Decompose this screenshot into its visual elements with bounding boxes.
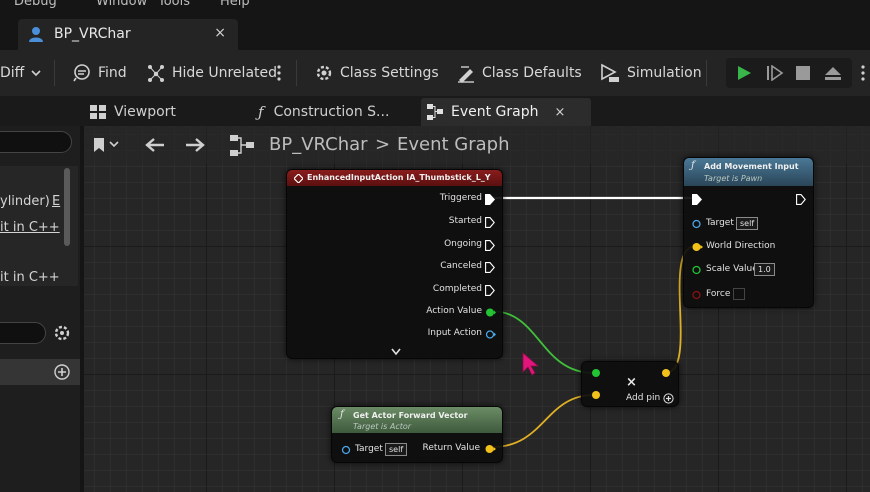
exec-pin[interactable] (485, 262, 495, 273)
vector-pin-connected[interactable] (485, 444, 496, 454)
target-value-field[interactable]: self (736, 217, 759, 230)
forward-vector-wire (491, 394, 595, 448)
pin-label-completed: Completed (432, 284, 482, 294)
float-pin-connected[interactable] (485, 307, 496, 318)
pin-label-return-value: Return Value (422, 443, 480, 453)
object-pin[interactable] (692, 219, 702, 229)
function-icon: ƒ (340, 409, 344, 420)
float-pin[interactable] (692, 265, 702, 275)
node-title: EnhancedInputAction IA_Thumbstick_L_Y (307, 173, 491, 182)
exec-pin[interactable] (485, 217, 495, 228)
function-icon: ƒ (691, 160, 695, 171)
multiply-symbol: × (626, 375, 637, 390)
pin-label-input-action: Input Action (427, 328, 482, 338)
node-subtitle: Target is Actor (353, 422, 412, 431)
scale-value-field[interactable]: 1.0 (754, 263, 775, 276)
object-pin[interactable] (485, 329, 496, 340)
add-pin-label[interactable]: Add pin (626, 393, 660, 403)
pin-label-world-direction: World Direction (706, 241, 776, 251)
target-value-field[interactable]: self (385, 443, 408, 456)
event-diamond-icon (294, 174, 303, 183)
exec-pin[interactable] (796, 194, 806, 205)
node-title: Add Movement Input (704, 162, 799, 171)
float-pin-connected[interactable] (591, 368, 601, 378)
pin-label-force: Force (706, 289, 731, 299)
pin-label-triggered: Triggered (439, 193, 482, 203)
pin-label-canceled: Canceled (440, 261, 482, 271)
force-checkbox[interactable] (733, 288, 745, 300)
exec-pin-connected[interactable] (692, 194, 702, 205)
add-pin-node[interactable]: × Add pin (581, 361, 679, 407)
vector-pin-connected[interactable] (661, 368, 671, 378)
action-value-wire (490, 310, 595, 374)
exec-pin-connected[interactable] (485, 194, 495, 205)
pin-label-ongoing: Ongoing (444, 239, 482, 249)
node-title: Get Actor Forward Vector (353, 411, 468, 420)
vector-pin-connected[interactable] (591, 390, 601, 400)
mouse-cursor-icon (522, 352, 540, 376)
chevron-down-icon[interactable] (391, 348, 401, 356)
pin-label-started: Started (448, 216, 482, 226)
object-pin[interactable] (341, 445, 351, 455)
pin-label-target: Target (706, 218, 734, 228)
add-circle-icon[interactable] (663, 393, 674, 404)
get-actor-forward-vector-node[interactable]: ƒ Get Actor Forward Vector Target is Act… (331, 406, 503, 463)
pin-label-target: Target (355, 444, 383, 454)
pin-label-action-value: Action Value (426, 306, 482, 316)
enhanced-input-action-node[interactable]: EnhancedInputAction IA_Thumbstick_L_Y Tr… (286, 169, 503, 359)
pin-label-scale-value: Scale Value (706, 264, 758, 274)
node-subtitle: Target is Pawn (704, 174, 763, 183)
exec-pin[interactable] (485, 240, 495, 251)
bool-pin[interactable] (692, 290, 702, 300)
add-movement-input-node[interactable]: ƒ Add Movement Input Target is Pawn Targ… (683, 157, 814, 308)
vector-pin-connected[interactable] (692, 242, 703, 252)
exec-pin[interactable] (485, 285, 495, 296)
